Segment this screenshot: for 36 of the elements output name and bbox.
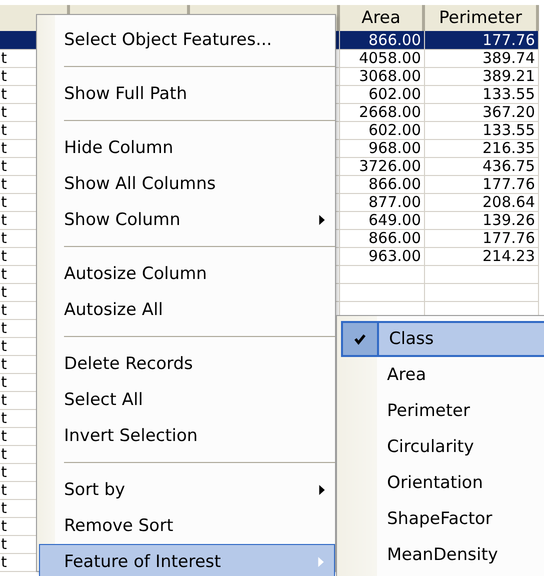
table-cell: 866.00 bbox=[340, 31, 425, 50]
table-cell: 133.55 bbox=[425, 121, 539, 140]
table-cell: 177.76 bbox=[425, 229, 539, 248]
table-cell: 436.75 bbox=[425, 157, 539, 176]
table-cell: 2668.00 bbox=[340, 103, 425, 122]
menu-item[interactable]: Feature of Interest bbox=[39, 544, 335, 576]
table-cell: 877.00 bbox=[340, 193, 425, 212]
table-cell: 602.00 bbox=[340, 85, 425, 104]
table-cell: 866.00 bbox=[340, 229, 425, 248]
table-cell: 3726.00 bbox=[340, 157, 425, 176]
table-cell: 968.00 bbox=[340, 139, 425, 158]
table-cell: 139.26 bbox=[425, 211, 539, 230]
table-cell: 3068.00 bbox=[340, 67, 425, 86]
menu-item[interactable]: Circularity bbox=[341, 429, 544, 465]
table-cell: 177.76 bbox=[425, 31, 539, 50]
table-cell: 133.55 bbox=[425, 85, 539, 104]
column-header[interactable]: Perimeter bbox=[425, 5, 539, 32]
table-cell: 367.20 bbox=[425, 103, 539, 122]
table-cell: 216.35 bbox=[425, 139, 539, 158]
menu-item[interactable]: Orientation bbox=[341, 465, 544, 501]
menu-item[interactable]: ShapeFactor bbox=[341, 501, 544, 537]
table-cell: 214.23 bbox=[425, 247, 539, 266]
table-cell: 389.21 bbox=[425, 67, 539, 86]
menu-item[interactable]: MeanDensity bbox=[341, 537, 544, 573]
table-cell: 649.00 bbox=[340, 211, 425, 230]
table-cell: 4058.00 bbox=[340, 49, 425, 68]
table-cell: 602.00 bbox=[340, 121, 425, 140]
table-cell: 866.00 bbox=[340, 175, 425, 194]
table-cell: 208.64 bbox=[425, 193, 539, 212]
column-header[interactable]: Area bbox=[340, 5, 425, 32]
table-cell: 177.76 bbox=[425, 175, 539, 194]
table-cell: 963.00 bbox=[340, 247, 425, 266]
menu-item[interactable]: Area bbox=[341, 357, 544, 393]
menu-item[interactable]: Perimeter bbox=[341, 393, 544, 429]
menu-item[interactable]: Class bbox=[341, 321, 544, 357]
table-cell: 389.74 bbox=[425, 49, 539, 68]
